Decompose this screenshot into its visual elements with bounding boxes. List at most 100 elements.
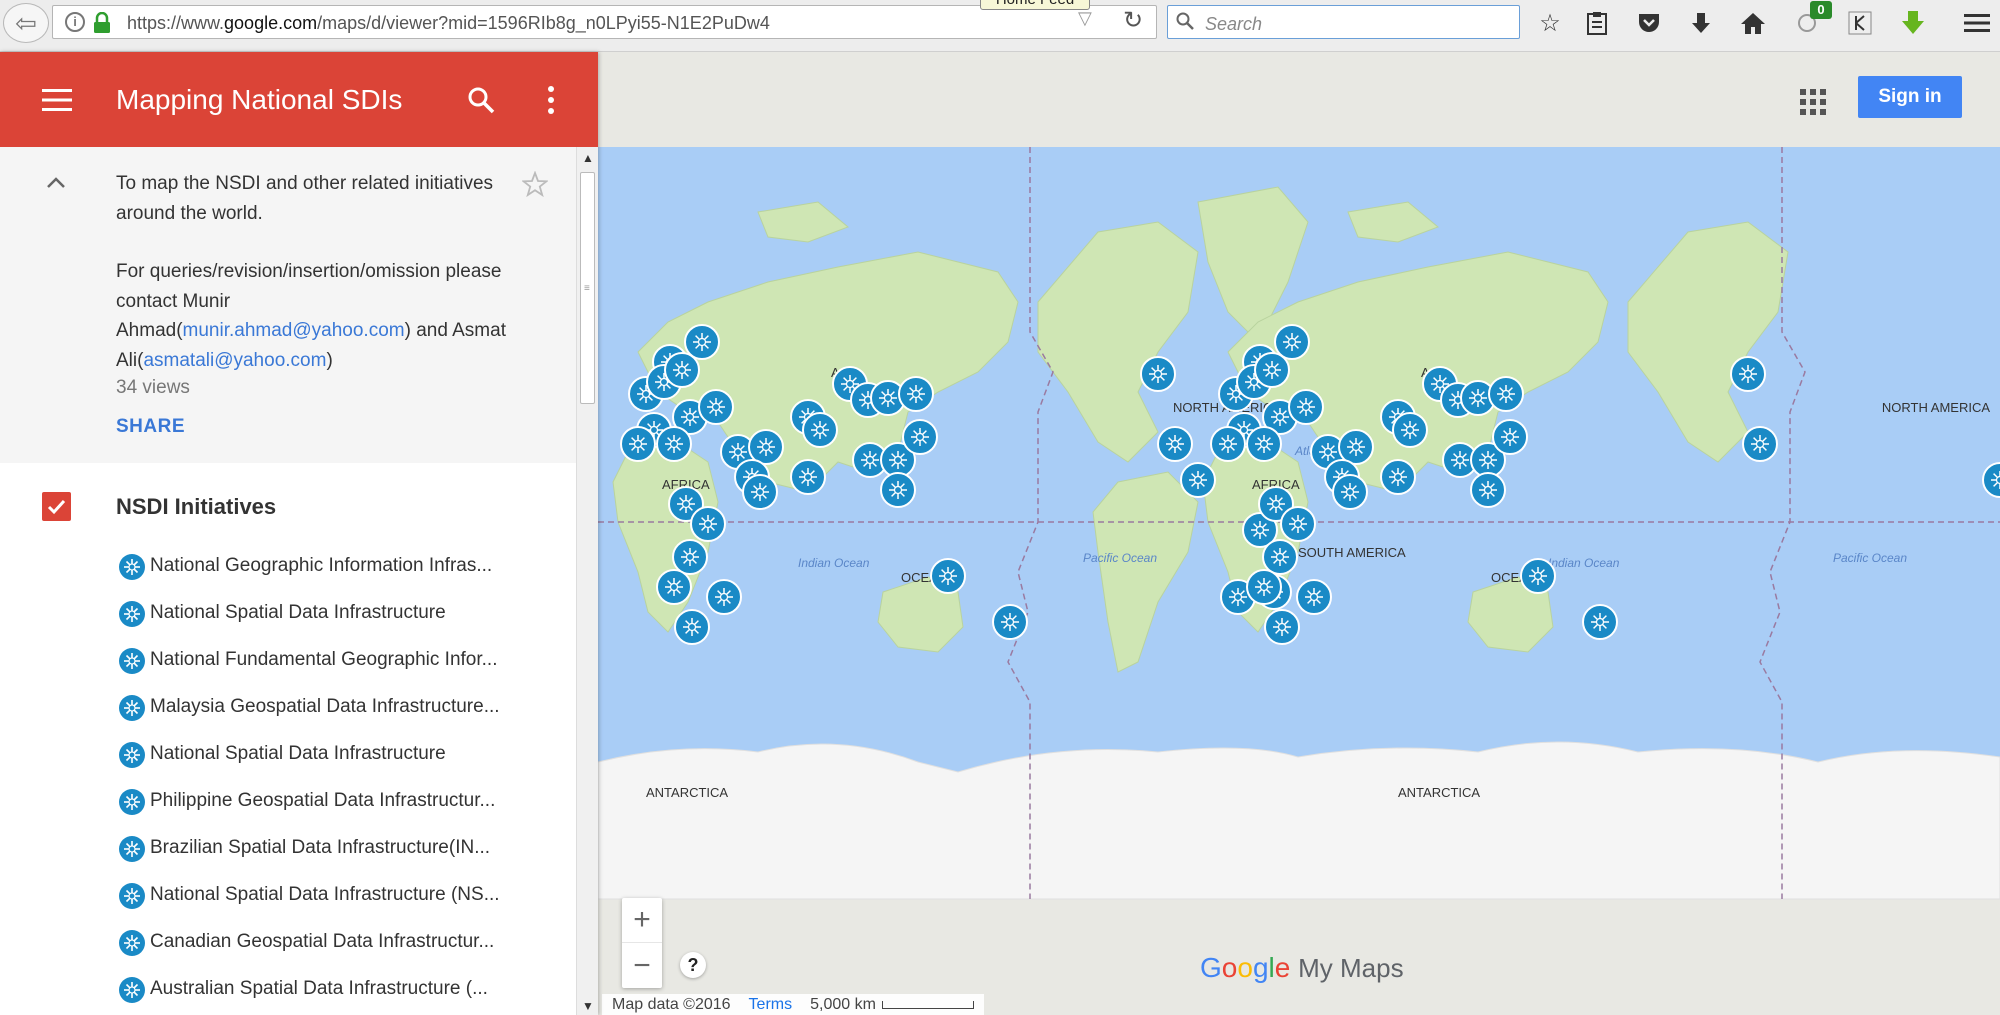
map-marker[interactable]: [656, 569, 692, 605]
feature-list-item[interactable]: Canadian Geospatial Data Infrastructur..…: [0, 923, 576, 963]
map-marker[interactable]: [672, 539, 708, 575]
bookmark-star-icon[interactable]: ☆: [1535, 8, 1565, 38]
feature-list-item[interactable]: National Fundamental Geographic Infor...: [0, 641, 576, 681]
pocket-icon[interactable]: [1634, 8, 1664, 38]
layer-title: NSDI Initiatives: [116, 494, 277, 519]
url-bar[interactable]: i https://www.google.com/maps/d/viewer?m…: [52, 5, 1157, 39]
map-marker[interactable]: [656, 426, 692, 462]
k-extension-icon[interactable]: [1845, 8, 1875, 38]
feature-list-item[interactable]: Malaysia Geospatial Data Infrastructure.…: [0, 688, 576, 728]
map-marker[interactable]: [1180, 462, 1216, 498]
zoom-in-button[interactable]: +: [622, 898, 662, 943]
map-marker[interactable]: [1288, 389, 1324, 425]
info-icon[interactable]: i: [65, 12, 85, 32]
panel-scrollbar[interactable]: ▲ ≡ ▼: [576, 147, 598, 1015]
feature-list-item[interactable]: National Geographic Information Infras..…: [0, 547, 576, 587]
feature-label: National Spatial Data Infrastructure (NS…: [150, 884, 500, 905]
back-arrow-icon: ⇦: [15, 7, 37, 38]
home-icon[interactable]: [1738, 8, 1768, 38]
map-marker[interactable]: [1210, 426, 1246, 462]
map-marker[interactable]: [620, 426, 656, 462]
map-marker[interactable]: [1140, 356, 1176, 392]
map-marker[interactable]: [1730, 356, 1766, 392]
map-marker[interactable]: [1392, 412, 1428, 448]
map-marker[interactable]: [690, 506, 726, 542]
map-label-south-america: SOUTH AMERICA: [1298, 545, 1406, 560]
search-icon[interactable]: [467, 86, 495, 114]
map-marker[interactable]: [790, 459, 826, 495]
map-marker[interactable]: [1488, 376, 1524, 412]
map-marker[interactable]: [698, 389, 734, 425]
map-marker[interactable]: [1492, 419, 1528, 455]
scroll-up-icon[interactable]: ▲: [582, 151, 594, 165]
map-marker[interactable]: [802, 412, 838, 448]
scroll-down-icon[interactable]: ▼: [582, 999, 594, 1013]
email-link-1[interactable]: munir.ahmad@yahoo.com: [183, 320, 405, 341]
map-label-north-america-2: NORTH AMERICA: [1882, 400, 1990, 415]
email-link-2[interactable]: asmatali@yahoo.com: [143, 350, 326, 371]
map-marker[interactable]: [684, 324, 720, 360]
map-marker[interactable]: [1262, 539, 1298, 575]
feature-list-item[interactable]: National Spatial Data Infrastructure: [0, 735, 576, 775]
scale-label[interactable]: 5,000 km: [810, 996, 974, 1014]
hamburger-menu-icon[interactable]: [1962, 8, 1992, 38]
sign-in-button[interactable]: Sign in: [1858, 76, 1962, 118]
apps-grid-icon[interactable]: [1798, 87, 1828, 117]
map-marker[interactable]: [742, 474, 778, 510]
reading-list-icon[interactable]: [1582, 8, 1612, 38]
map-marker[interactable]: [902, 419, 938, 455]
menu-icon[interactable]: [42, 88, 72, 112]
scale-bar: [881, 1000, 974, 1009]
url-dropdown-icon[interactable]: ▽: [1078, 8, 1092, 29]
feature-list-item[interactable]: Brazilian Spatial Data Infrastructure(IN…: [0, 829, 576, 869]
map-marker[interactable]: [1380, 459, 1416, 495]
extension-badge: 0: [1810, 1, 1832, 19]
feature-list-item[interactable]: Australian Spatial Data Infrastructure (…: [0, 970, 576, 1010]
map-marker[interactable]: [1982, 462, 2000, 498]
map-marker[interactable]: [1274, 324, 1310, 360]
map-marker[interactable]: [1246, 569, 1282, 605]
map-marker[interactable]: [992, 604, 1028, 640]
map-marker[interactable]: [1264, 609, 1300, 645]
scroll-thumb[interactable]: ≡: [580, 172, 595, 404]
zoom-out-button[interactable]: −: [622, 943, 662, 988]
back-button[interactable]: ⇦: [3, 3, 49, 43]
map-canvas[interactable]: ASIA AFRICA NORTH AMERICA SOUTH AMERICA …: [598, 52, 2000, 1015]
map-marker[interactable]: [1296, 579, 1332, 615]
map-marker[interactable]: [1582, 604, 1618, 640]
help-button[interactable]: ?: [680, 952, 706, 978]
map-marker[interactable]: [1280, 506, 1316, 542]
terms-link[interactable]: Terms: [749, 996, 793, 1014]
feature-list-item[interactable]: National Spatial Data Infrastructure (NS…: [0, 876, 576, 916]
chevron-up-icon[interactable]: [46, 175, 66, 189]
map-marker[interactable]: [1254, 352, 1290, 388]
reload-icon[interactable]: ↻: [1123, 6, 1143, 35]
map-marker[interactable]: [1742, 426, 1778, 462]
download-icon[interactable]: [1686, 8, 1716, 38]
map-marker[interactable]: [664, 352, 700, 388]
layer-checkbox[interactable]: [42, 492, 71, 521]
panel-content[interactable]: To map the NSDI and other related initia…: [0, 147, 598, 1015]
feature-list-item[interactable]: National Spatial Data Infrastructure: [0, 594, 576, 634]
star-icon[interactable]: [522, 171, 548, 197]
map-marker[interactable]: [1246, 426, 1282, 462]
map-marker[interactable]: [1520, 558, 1556, 594]
feature-list-item[interactable]: Philippine Geospatial Data Infrastructur…: [0, 782, 576, 822]
map-marker[interactable]: [674, 609, 710, 645]
map-marker[interactable]: [880, 472, 916, 508]
view-count: 34 views: [116, 377, 190, 398]
green-download-icon[interactable]: [1898, 8, 1928, 38]
zoom-control: + −: [622, 898, 662, 988]
map-marker[interactable]: [898, 376, 934, 412]
share-button[interactable]: SHARE: [116, 416, 185, 438]
map-marker[interactable]: [1338, 429, 1374, 465]
map-marker[interactable]: [1157, 426, 1193, 462]
map-marker[interactable]: [1470, 472, 1506, 508]
map-marker[interactable]: [930, 558, 966, 594]
map-marker[interactable]: [748, 429, 784, 465]
more-vert-icon[interactable]: [545, 85, 557, 115]
map-label-indian-2: Indian Ocean: [1548, 556, 1620, 570]
map-marker[interactable]: [706, 579, 742, 615]
browser-search-input[interactable]: Search: [1167, 5, 1520, 39]
map-marker[interactable]: [1332, 474, 1368, 510]
